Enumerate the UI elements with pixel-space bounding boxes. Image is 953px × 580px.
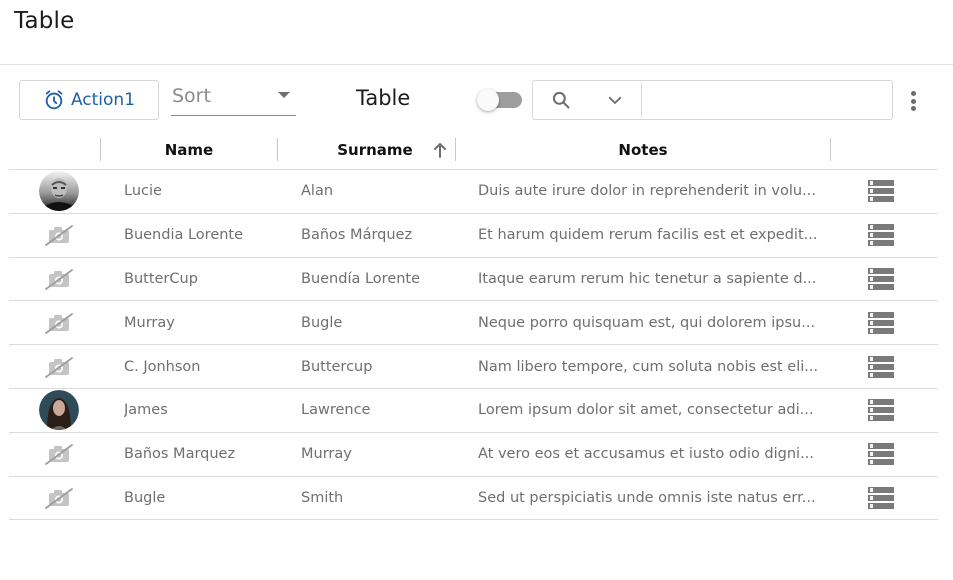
- table-row[interactable]: Buendia Lorente Baños Márquez Et harum q…: [9, 214, 938, 258]
- page-title: Table: [14, 8, 75, 34]
- name-cell: ButterCup: [124, 270, 198, 287]
- column-header-notes[interactable]: Notes: [456, 130, 830, 169]
- list-details-icon: [868, 486, 894, 509]
- name-cell: Baños Marquez: [124, 446, 236, 463]
- avatar-photo: [39, 171, 79, 212]
- no-image-icon: [44, 268, 74, 290]
- list-details-icon: [868, 399, 894, 422]
- avatar-cell: [9, 477, 109, 520]
- column-header-name[interactable]: Name: [101, 130, 277, 169]
- notes-cell: Et harum quidem rerum facilis est et exp…: [478, 227, 818, 244]
- sort-ascending-icon[interactable]: [433, 142, 447, 158]
- avatar-cell: [9, 301, 109, 344]
- avatar-cell: [9, 389, 109, 432]
- avatar-cell: [9, 170, 109, 213]
- notes-cell: At vero eos et accusamus et iusto odio d…: [478, 446, 814, 463]
- surname-cell: Murray: [301, 446, 352, 463]
- alarm-clock-icon: [45, 90, 63, 110]
- table-row[interactable]: Bugle Smith Sed ut perspiciatis unde omn…: [9, 477, 938, 521]
- table-row[interactable]: ButterCup Buendía Lorente Itaque earum r…: [9, 258, 938, 302]
- table-body: Lucie Alan Duis aute irure dolor in repr…: [9, 170, 938, 521]
- search-input[interactable]: [642, 81, 892, 119]
- list-details-icon: [868, 267, 894, 290]
- data-table: Name Surname Notes Lucie Alan Duis aute …: [9, 130, 938, 521]
- sort-select[interactable]: Sort: [171, 80, 296, 116]
- row-menu-button[interactable]: [859, 170, 903, 213]
- dot: [910, 98, 916, 104]
- action1-label: Action1: [70, 90, 136, 110]
- no-image-icon: [44, 356, 74, 378]
- surname-cell: Buttercup: [301, 358, 373, 375]
- name-cell: Bugle: [124, 489, 166, 506]
- search-options-button[interactable]: [589, 83, 642, 117]
- no-image-icon: [44, 443, 74, 466]
- list-details-icon: [868, 311, 894, 334]
- surname-cell: Baños Márquez: [301, 227, 413, 244]
- dot: [910, 106, 916, 111]
- no-image-icon: [44, 312, 74, 334]
- row-menu-button[interactable]: [859, 258, 903, 301]
- no-image-icon: [44, 487, 74, 509]
- surname-cell: Lawrence: [301, 402, 371, 419]
- name-cell: James: [124, 402, 168, 419]
- name-cell: Lucie: [124, 183, 162, 200]
- table-row[interactable]: James Lawrence Lorem ipsum dolor sit ame…: [9, 389, 938, 433]
- row-menu-button[interactable]: [859, 433, 903, 476]
- avatar-cell: [9, 214, 109, 257]
- avatar-cell: [9, 258, 109, 301]
- dot: [910, 91, 916, 96]
- list-details-icon: [868, 180, 894, 203]
- table-row[interactable]: C. Jonhson Buttercup Nam libero tempore,…: [9, 345, 938, 389]
- toggle-thumb: [477, 89, 499, 111]
- surname-cell: Buendía Lorente: [301, 270, 421, 287]
- notes-cell: Neque porro quisquam est, qui dolorem ip…: [478, 314, 816, 331]
- notes-cell: Itaque earum rerum hic tenetur a sapient…: [478, 270, 817, 287]
- row-menu-button[interactable]: [859, 345, 903, 388]
- list-details-icon: [868, 355, 894, 378]
- notes-cell: Duis aute irure dolor in reprehenderit i…: [478, 183, 816, 200]
- search-box: [532, 80, 893, 120]
- notes-cell: Nam libero tempore, cum soluta nobis est…: [478, 358, 819, 375]
- avatar-cell: [9, 433, 109, 476]
- more-options-button[interactable]: [903, 88, 923, 114]
- row-menu-button[interactable]: [859, 214, 903, 257]
- action1-button[interactable]: Action1: [19, 80, 159, 120]
- view-toggle[interactable]: [477, 89, 523, 111]
- no-image-icon: [44, 224, 74, 247]
- caret-down-icon: [278, 91, 290, 98]
- list-details-icon: [868, 224, 894, 247]
- search-button[interactable]: [533, 81, 589, 119]
- row-menu-button[interactable]: [859, 389, 903, 432]
- list-details-icon: [868, 443, 894, 466]
- avatar-cell: [9, 345, 109, 388]
- notes-cell: Sed ut perspiciatis unde omnis iste natu…: [478, 489, 816, 506]
- row-menu-button[interactable]: [859, 301, 903, 344]
- table-row[interactable]: Murray Bugle Neque porro quisquam est, q…: [9, 301, 938, 346]
- search-icon: [552, 91, 570, 109]
- surname-cell: Bugle: [301, 314, 343, 331]
- title-divider: [0, 64, 953, 65]
- column-separator[interactable]: [830, 138, 831, 161]
- chevron-down-icon: [608, 96, 622, 104]
- row-menu-button[interactable]: [859, 477, 903, 520]
- name-cell: Murray: [124, 314, 175, 331]
- name-cell: C. Jonhson: [124, 358, 201, 375]
- surname-cell: Alan: [301, 183, 334, 200]
- table-row[interactable]: Baños Marquez Murray At vero eos et accu…: [9, 433, 938, 477]
- table-header: Name Surname Notes: [9, 130, 938, 170]
- table-row[interactable]: Lucie Alan Duis aute irure dolor in repr…: [9, 170, 938, 214]
- name-cell: Buendia Lorente: [124, 227, 244, 244]
- toolbar-title: Table: [356, 86, 411, 110]
- sort-select-label: Sort: [172, 84, 211, 107]
- surname-cell: Smith: [301, 489, 344, 506]
- notes-cell: Lorem ipsum dolor sit amet, consectetur …: [478, 402, 814, 419]
- avatar-photo: [39, 390, 79, 431]
